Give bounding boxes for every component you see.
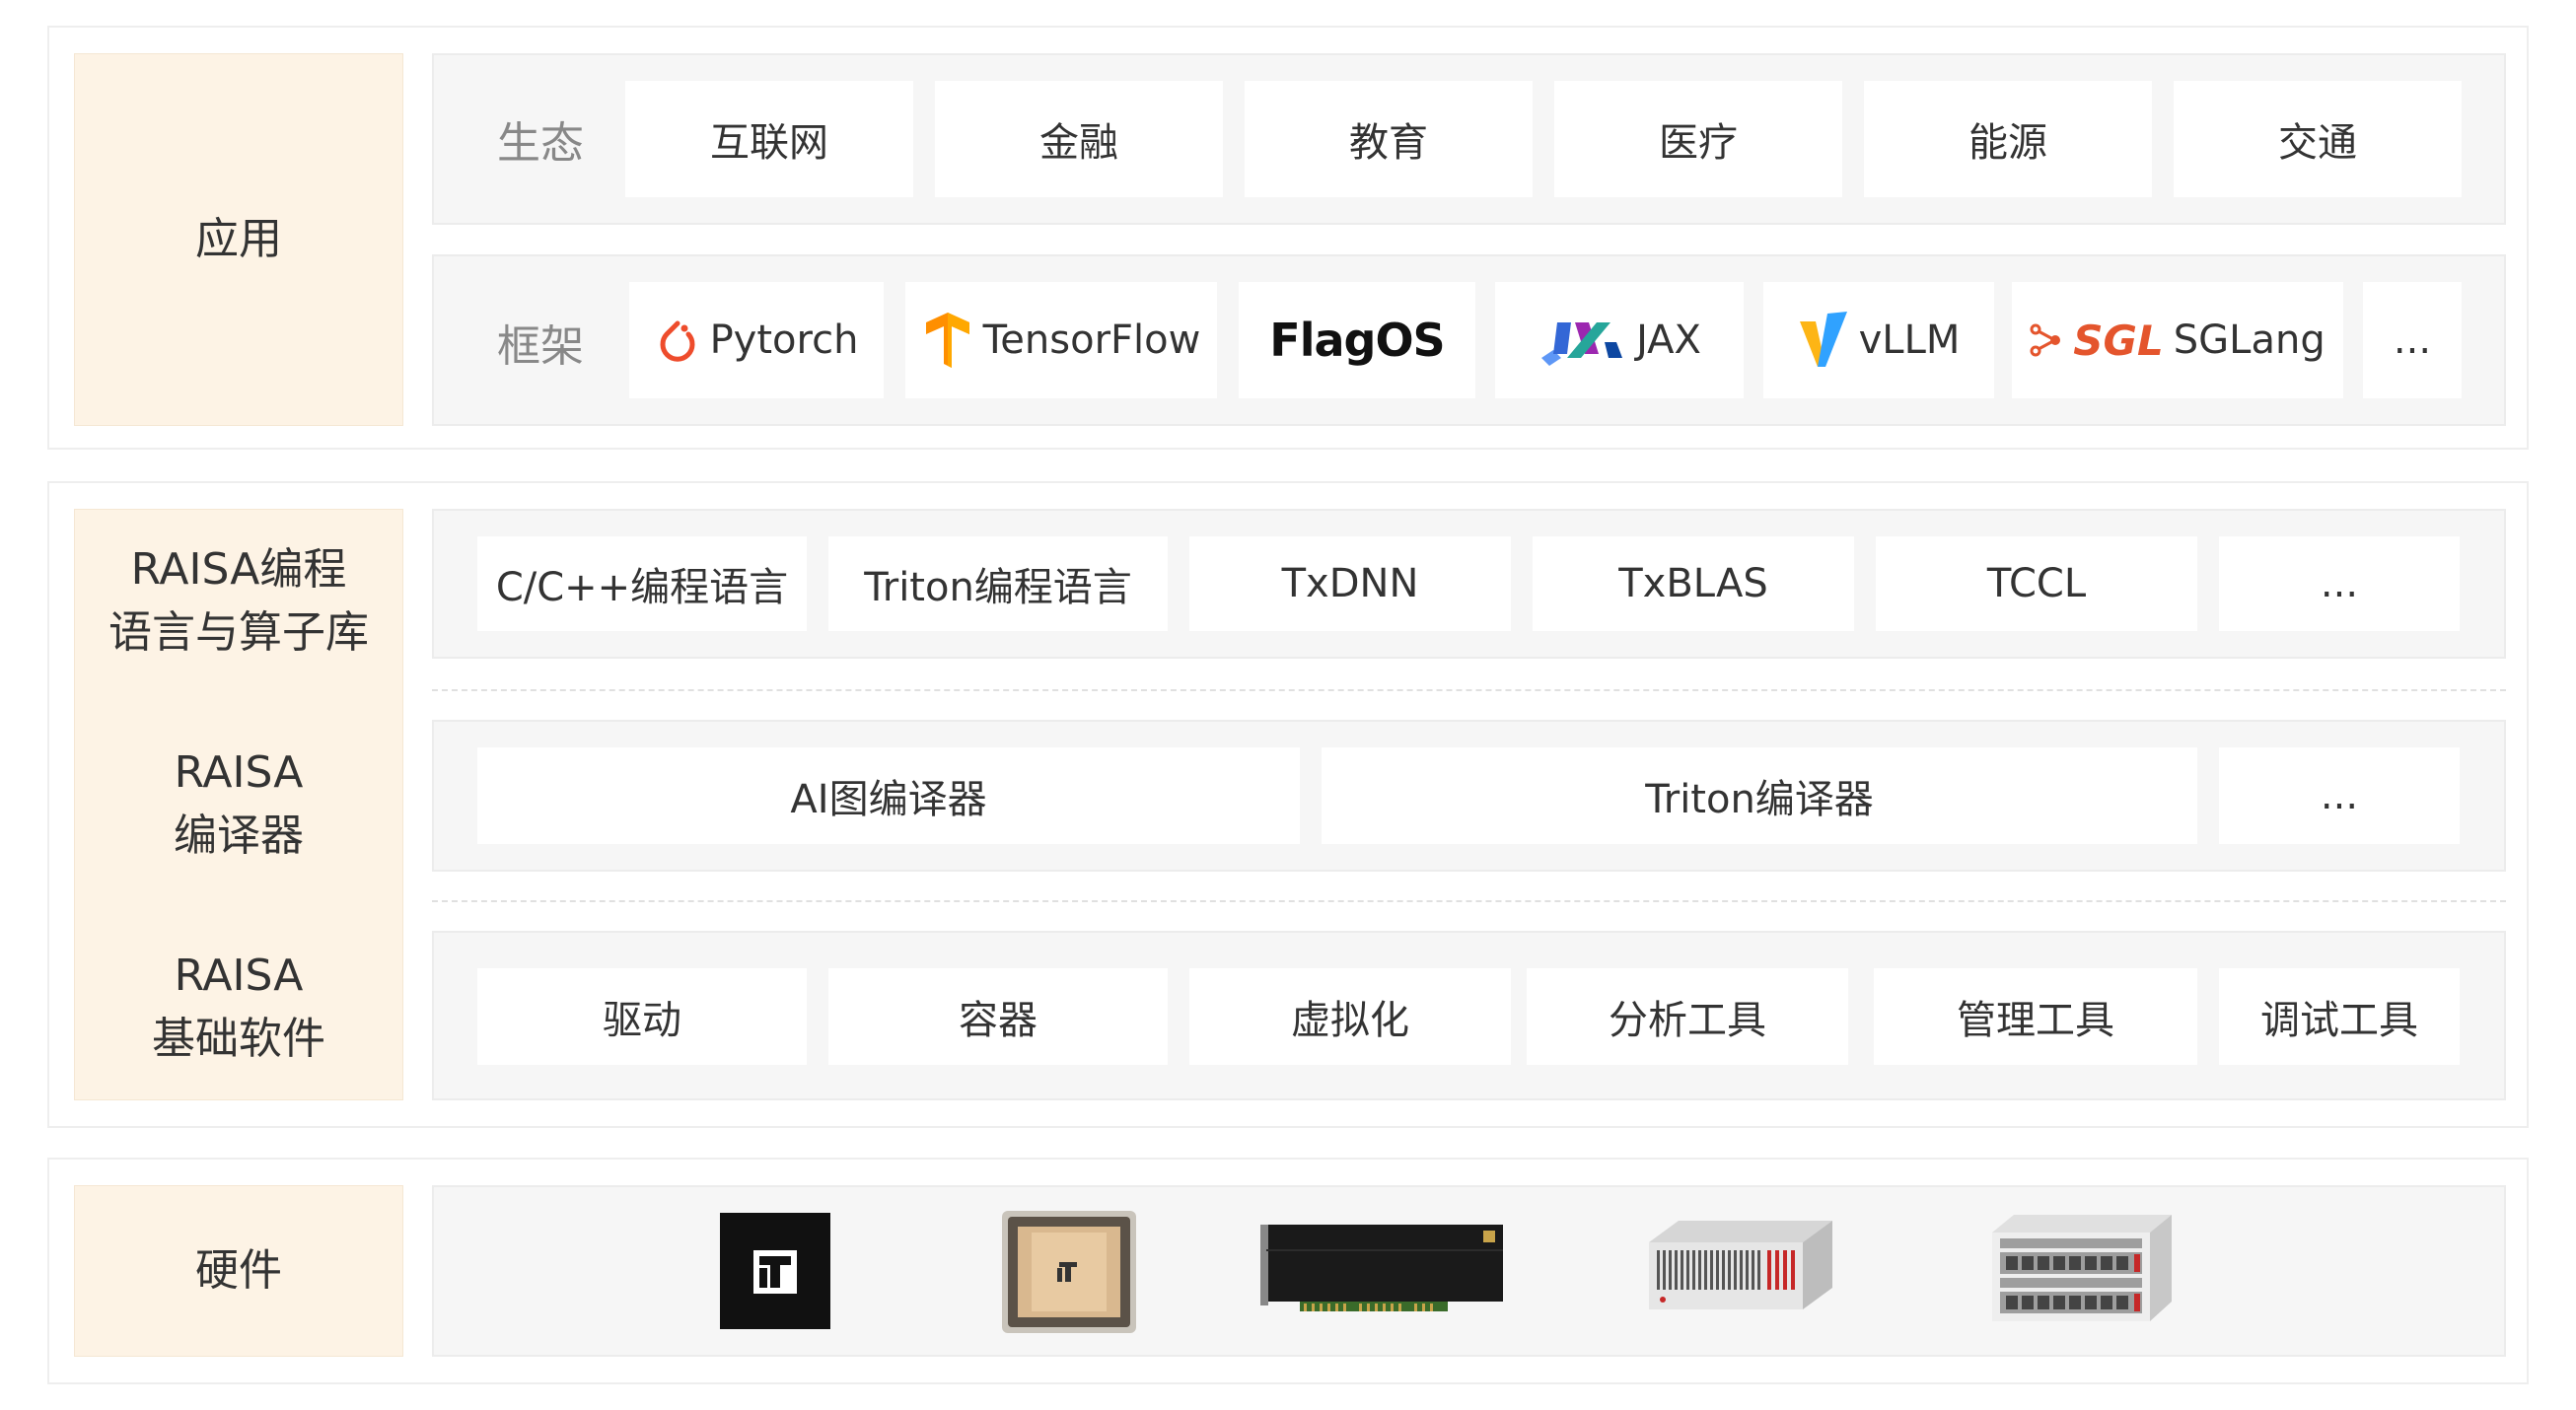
tensorflow-label: TensorFlow [982,317,1201,363]
framework-tensorflow: TensorFlow [905,282,1217,398]
compiler-item-ai-graph: AI图编译器 [477,747,1300,844]
ecosystem-item-energy: 能源 [1864,81,2152,197]
ecosystem-item-medical: 医疗 [1554,81,1842,197]
base-item-management-tools: 管理工具 [1874,968,2197,1065]
hardware-label: 硬件 [74,1185,403,1357]
framework-tag: 框架 [497,321,584,372]
lang-item-txdnn: TxDNN [1189,536,1511,631]
lang-item-tccl: TCCL [1876,536,2197,631]
lang-item-txblas: TxBLAS [1533,536,1854,631]
ecosystem-item-finance: 金融 [935,81,1223,197]
raisa-lang-label: RAISA编程 语言与算子库 [108,544,369,658]
lang-item-more: ... [2219,536,2460,631]
framework-pytorch: Pytorch [629,282,884,398]
pytorch-icon [660,320,694,362]
flagos-logo: FlagOS [1269,314,1445,367]
compiler-item-triton: Triton编译器 [1322,747,2197,844]
jax-label: JAX [1636,317,1701,363]
framework-sglang: SGL SGLang [2012,282,2343,398]
base-item-analysis-tools: 分析工具 [1527,968,1848,1065]
vllm-label: vLLM [1858,317,1961,363]
ecosystem-item-education: 教育 [1245,81,1533,197]
compiler-item-more: ... [2219,747,2460,844]
tensorflow-icon [925,313,969,368]
ecosystem-item-internet: 互联网 [625,81,913,197]
chip-package-icon [1002,1211,1136,1333]
lang-item-triton: Triton编程语言 [828,536,1168,631]
sglang-mark: SGL [2073,316,2164,365]
base-item-container: 容器 [828,968,1168,1065]
rack-server-icon [1992,1215,2172,1321]
framework-jax: JAX [1495,282,1744,398]
lang-item-c: C/C++编程语言 [477,536,807,631]
framework-flagos: FlagOS [1239,282,1475,398]
accelerator-card-icon [1260,1225,1503,1311]
pytorch-label: Pytorch [709,317,859,363]
chip-icon [720,1213,830,1329]
base-item-debug-tools: 调试工具 [2219,968,2460,1065]
ecosystem-item-transport: 交通 [2174,81,2462,197]
raisa-base-label: RAISA 基础软件 [152,951,325,1064]
base-item-virtualization: 虚拟化 [1189,968,1511,1065]
jax-icon [1541,322,1623,366]
framework-vllm: vLLM [1763,282,1994,398]
sglang-label: SGLang [2173,317,2326,363]
application-label: 应用 [74,53,403,426]
divider [432,689,2506,691]
raisa-compiler-label: RAISA 编译器 [174,747,304,861]
sglang-network-icon [2030,323,2061,357]
vllm-icon [1799,312,1847,367]
server-icon [1649,1221,1832,1309]
divider [432,900,2506,902]
framework-more: ... [2363,282,2462,398]
ecosystem-tag: 生态 [497,118,584,169]
base-item-driver: 驱动 [477,968,807,1065]
